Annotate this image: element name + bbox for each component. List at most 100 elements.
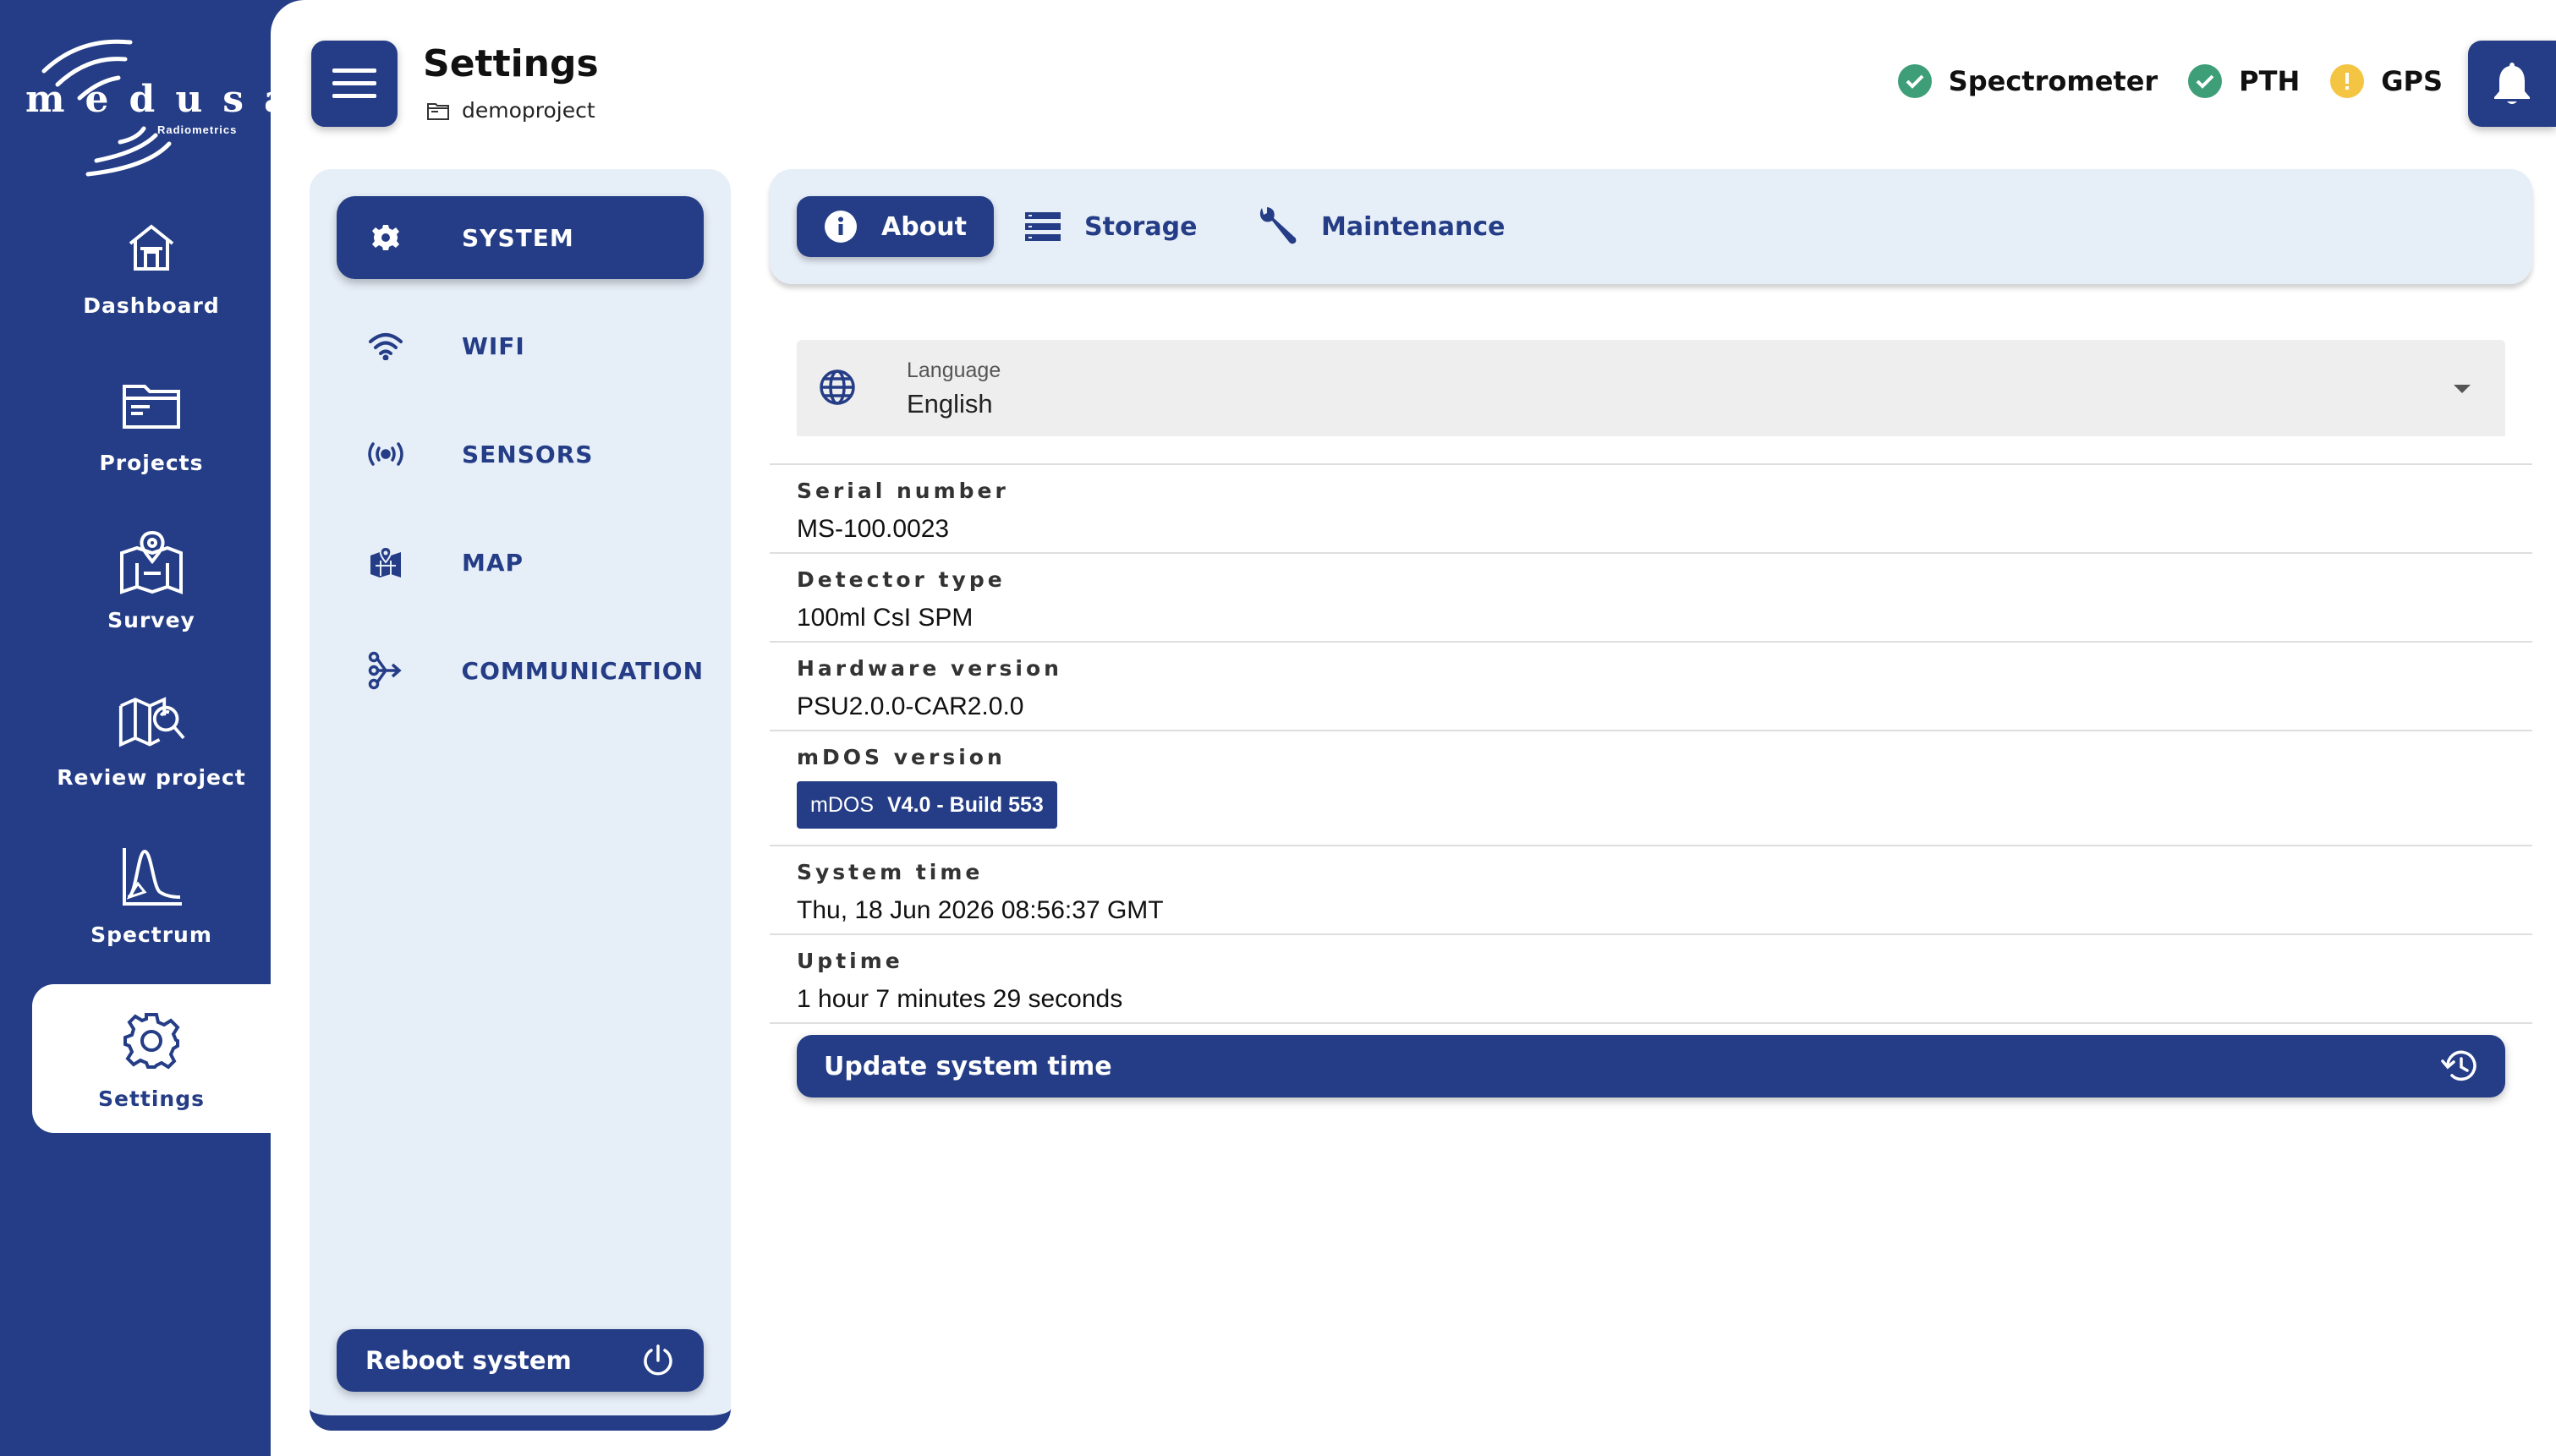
mdos-prefix: mDOS [810, 792, 874, 817]
nav-label: Spectrum [91, 922, 212, 947]
mdos-version-row: mDOS version mDOS V4.0 - Build 553 [770, 730, 2532, 845]
settings-menu-system[interactable]: SYSTEM [337, 196, 704, 279]
wrench-icon [1257, 206, 1297, 247]
mdos-build: V4.0 - Build 553 [887, 792, 1044, 817]
status-spectrometer[interactable]: Spectrometer [1897, 64, 2158, 98]
tab-label: Maintenance [1321, 211, 1506, 242]
settings-menu-map[interactable]: MAP [337, 521, 704, 604]
settings-menu-label: SENSORS [462, 440, 594, 468]
nav-label: Projects [99, 450, 204, 475]
gear-icon [118, 1007, 185, 1075]
history-icon [2441, 1050, 2476, 1081]
uptime-value: 1 hour 7 minutes 29 seconds [797, 985, 1123, 1013]
nav-label: Settings [97, 1086, 205, 1111]
mdos-version-label: mDOS version [797, 745, 1006, 769]
tab-label: About [881, 211, 968, 242]
device-status-bar: Spectrometer PTH GPS [1868, 64, 2443, 98]
project-name: demoproject [462, 98, 595, 123]
nav-item-spectrum[interactable]: Spectrum [32, 820, 271, 969]
folder-icon [118, 371, 185, 439]
uptime-row: Uptime 1 hour 7 minutes 29 seconds [770, 933, 2532, 1022]
settings-menu: SYSTEM WIFI SENSORS MAP COMMUNICATION Re… [310, 169, 731, 1431]
detector-type-label: Detector type [797, 567, 1006, 592]
update-system-time-label: Update system time [824, 1051, 1112, 1081]
about-info: Serial number MS-100.0023 Detector type … [770, 463, 2532, 1024]
nav-item-review-project[interactable]: Review project [32, 663, 271, 812]
tabs-bar: About Storage Maintenance [770, 169, 2532, 284]
communication-icon [360, 651, 411, 690]
settings-menu-label: SYSTEM [462, 223, 574, 252]
divider [770, 1022, 2532, 1024]
survey-map-icon [118, 528, 185, 596]
nav-label: Review project [57, 764, 246, 790]
language-caption: Language [907, 359, 1001, 382]
settings-menu-label: WIFI [462, 331, 525, 360]
serial-number-label: Serial number [797, 479, 1009, 503]
menu-button[interactable] [311, 41, 398, 127]
reboot-system-button[interactable]: Reboot system [337, 1329, 704, 1392]
status-gps[interactable]: GPS [2330, 64, 2443, 98]
warning-circle-icon [2330, 64, 2365, 98]
logo-wordmark: medusa [25, 78, 309, 121]
hardware-version-value: PSU2.0.0-CAR2.0.0 [797, 692, 1024, 720]
settings-menu-label: MAP [462, 548, 524, 577]
hardware-version-label: Hardware version [797, 656, 1062, 681]
language-value: English [907, 389, 993, 419]
reboot-label: Reboot system [365, 1346, 572, 1375]
nav-item-dashboard[interactable]: Dashboard [32, 191, 271, 340]
settings-menu-label: COMMUNICATION [461, 656, 704, 685]
wifi-icon [360, 331, 411, 360]
map-icon [360, 545, 411, 579]
check-circle-icon [2188, 64, 2223, 98]
notifications-button[interactable] [2468, 41, 2556, 127]
medusa-logo[interactable]: medusa Radiometrics [20, 34, 309, 186]
logo-subtitle: Radiometrics [157, 123, 238, 136]
system-time-label: System time [797, 860, 984, 884]
spectrum-icon [118, 843, 185, 911]
nav-item-survey[interactable]: Survey [32, 506, 271, 654]
home-icon [118, 214, 185, 282]
language-select[interactable]: Language English [797, 340, 2505, 436]
main-panel: Settings demoproject Spectrometer PTH GP… [271, 0, 2556, 1456]
main-nav: medusa Radiometrics Dashboard Projects S… [0, 0, 309, 1456]
status-label: Spectrometer [1948, 65, 2158, 97]
gear-icon [360, 223, 411, 252]
chevron-down-icon [2454, 385, 2471, 393]
nav-item-settings[interactable]: Settings [32, 984, 271, 1133]
tab-about[interactable]: About [797, 196, 995, 257]
review-map-icon [118, 686, 185, 753]
status-label: PTH [2239, 65, 2301, 97]
bell-icon [2494, 63, 2530, 104]
system-time-value: Thu, 18 Jun 2026 08:56:37 GMT [797, 896, 1164, 924]
storage-icon [1025, 211, 1061, 242]
folder-icon [427, 102, 449, 120]
info-icon [824, 210, 858, 244]
hamburger-icon [332, 68, 376, 98]
tab-label: Storage [1084, 211, 1198, 242]
status-pth[interactable]: PTH [2188, 64, 2300, 98]
hardware-version-row: Hardware version PSU2.0.0-CAR2.0.0 [770, 641, 2532, 730]
settings-menu-communication[interactable]: COMMUNICATION [337, 629, 704, 712]
power-icon [644, 1344, 672, 1376]
sensor-icon [360, 441, 411, 467]
mdos-version-badge: mDOS V4.0 - Build 553 [797, 781, 1057, 829]
detector-type-row: Detector type 100ml CsI SPM [770, 552, 2532, 641]
status-label: GPS [2381, 65, 2443, 97]
check-circle-icon [1897, 64, 1932, 98]
update-system-time-button[interactable]: Update system time [797, 1035, 2505, 1097]
settings-menu-wifi[interactable]: WIFI [337, 304, 704, 387]
settings-menu-sensors[interactable]: SENSORS [337, 413, 704, 495]
detector-type-value: 100ml CsI SPM [797, 604, 974, 632]
globe-icon [820, 369, 855, 405]
page-title: Settings [423, 42, 599, 85]
uptime-label: Uptime [797, 949, 903, 973]
system-time-row: System time Thu, 18 Jun 2026 08:56:37 GM… [770, 845, 2532, 933]
serial-number-value: MS-100.0023 [797, 515, 950, 543]
tab-storage[interactable]: Storage [1025, 196, 1197, 257]
nav-item-projects[interactable]: Projects [32, 348, 271, 497]
tab-maintenance[interactable]: Maintenance [1257, 196, 1506, 257]
serial-number-row: Serial number MS-100.0023 [770, 463, 2532, 552]
current-project[interactable]: demoproject [426, 98, 595, 123]
nav-label: Survey [107, 607, 195, 632]
nav-label: Dashboard [83, 293, 220, 318]
